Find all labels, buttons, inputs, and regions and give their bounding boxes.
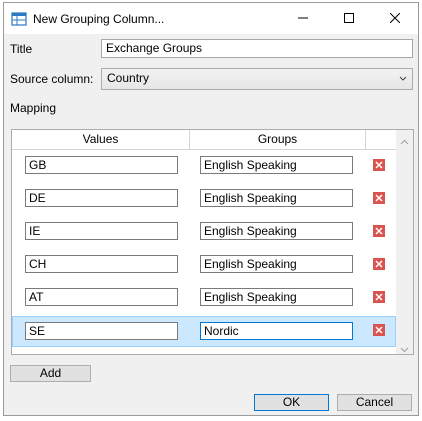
delete-row-button[interactable] bbox=[373, 324, 385, 336]
source-column-label: Source column: bbox=[10, 72, 94, 86]
delete-x-icon bbox=[375, 323, 383, 337]
delete-row-button[interactable] bbox=[373, 258, 385, 270]
window-title: New Grouping Column... bbox=[33, 12, 165, 26]
ok-button[interactable]: OK bbox=[254, 394, 329, 411]
value-input[interactable]: DE bbox=[25, 189, 178, 207]
chevron-down-icon bbox=[399, 73, 407, 87]
mapping-grid: Values Groups GB English Speaking DE Eng… bbox=[11, 129, 414, 355]
value-input[interactable]: SE bbox=[25, 322, 178, 340]
delete-x-icon bbox=[375, 224, 383, 238]
mapping-label: Mapping bbox=[10, 101, 57, 115]
delete-row-button[interactable] bbox=[373, 192, 385, 204]
scroll-down-icon[interactable] bbox=[400, 342, 409, 356]
value-input[interactable]: CH bbox=[25, 255, 178, 273]
grid-window-icon bbox=[11, 11, 27, 27]
group-input[interactable]: English Speaking bbox=[200, 288, 353, 306]
scroll-up-icon[interactable] bbox=[400, 134, 409, 148]
table-row[interactable]: GB English Speaking bbox=[12, 151, 396, 184]
group-input[interactable]: English Speaking bbox=[200, 222, 353, 240]
delete-row-button[interactable] bbox=[373, 225, 385, 237]
source-column-value: Country bbox=[107, 71, 150, 85]
add-button[interactable]: Add bbox=[10, 365, 91, 382]
group-input[interactable]: English Speaking bbox=[200, 255, 353, 273]
table-row[interactable]: IE English Speaking bbox=[12, 217, 396, 250]
delete-x-icon bbox=[375, 191, 383, 205]
maximize-icon bbox=[344, 12, 354, 26]
maximize-button[interactable] bbox=[326, 3, 372, 34]
grid-header: Values Groups bbox=[12, 130, 396, 150]
group-input[interactable]: English Speaking bbox=[200, 156, 353, 174]
header-groups[interactable]: Groups bbox=[190, 130, 366, 150]
title-bar[interactable]: New Grouping Column... bbox=[4, 3, 418, 34]
table-row-selected[interactable]: SE Nordic bbox=[12, 316, 396, 347]
table-row[interactable]: AT English Speaking bbox=[12, 283, 396, 316]
title-label: Title bbox=[10, 42, 33, 56]
close-button[interactable] bbox=[372, 3, 418, 34]
cancel-button[interactable]: Cancel bbox=[337, 394, 412, 411]
value-input[interactable]: IE bbox=[25, 222, 178, 240]
group-input[interactable]: Nordic bbox=[200, 322, 353, 340]
delete-row-button[interactable] bbox=[373, 291, 385, 303]
delete-row-button[interactable] bbox=[373, 159, 385, 171]
delete-x-icon bbox=[375, 158, 383, 172]
value-input[interactable]: GB bbox=[25, 156, 178, 174]
dialog-window: New Grouping Column... Title Exchange Gr… bbox=[3, 2, 419, 416]
header-values[interactable]: Values bbox=[12, 130, 190, 150]
minimize-button[interactable] bbox=[280, 3, 326, 34]
vertical-scrollbar[interactable] bbox=[396, 130, 413, 354]
close-icon bbox=[389, 12, 401, 26]
table-row[interactable]: DE English Speaking bbox=[12, 184, 396, 217]
title-input[interactable]: Exchange Groups bbox=[101, 39, 413, 58]
value-input[interactable]: AT bbox=[25, 288, 178, 306]
source-column-select[interactable]: Country bbox=[101, 68, 413, 90]
group-input[interactable]: English Speaking bbox=[200, 189, 353, 207]
delete-x-icon bbox=[375, 257, 383, 271]
table-row[interactable]: CH English Speaking bbox=[12, 250, 396, 283]
minimize-icon bbox=[298, 12, 308, 26]
delete-x-icon bbox=[375, 290, 383, 304]
